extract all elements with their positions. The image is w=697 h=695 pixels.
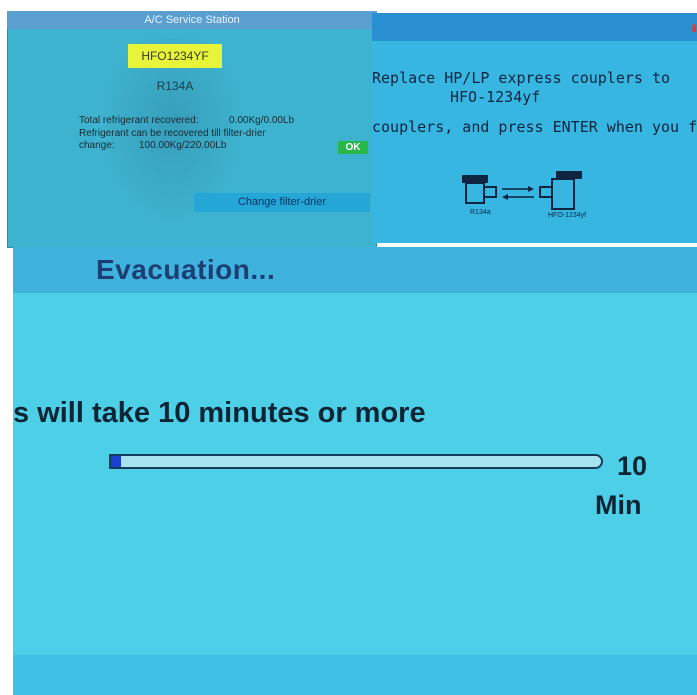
- instruction-line-1: Replace HP/LP express couplers to: [372, 69, 671, 87]
- coupler-label-r134a: R134a: [470, 209, 491, 216]
- recover-until-label-cont: change:: [79, 140, 115, 151]
- progress-bar-fill: [111, 456, 121, 467]
- recover-until-value: 100.00Kg/220.00Lb: [139, 140, 227, 151]
- footer-bar: [13, 655, 697, 695]
- recover-until-label: Refrigerant can be recovered till filter…: [79, 128, 266, 139]
- coupler-label-hfo1234yf: HFO-1234yf: [548, 212, 587, 219]
- total-recovered-value: 0.00Kg/0.00Lb: [229, 115, 295, 126]
- status-mark-icon: ▮: [691, 23, 697, 34]
- change-filter-drier-button[interactable]: Change filter-drier: [194, 193, 370, 212]
- window-title: A/C Service Station: [7, 11, 377, 29]
- total-recovered-label: Total refrigerant recovered:: [79, 115, 199, 126]
- page-title: Evacuation...: [96, 254, 276, 285]
- instruction-line-3: couplers, and press ENTER when you finis: [372, 118, 697, 136]
- evacuation-panel: Evacuation... s will take 10 minutes or …: [13, 247, 697, 695]
- top-bar: ▮: [372, 13, 697, 41]
- ok-button[interactable]: OK: [338, 141, 368, 154]
- duration-message: s will take 10 minutes or more: [13, 397, 426, 429]
- refrigerant-option-hfo1234yf[interactable]: HFO1234YF: [128, 44, 222, 68]
- time-unit: Min: [595, 490, 642, 520]
- service-station-panel: A/C Service Station HFO1234YF R134A Tota…: [7, 11, 377, 248]
- instruction-line-2: HFO-1234yf: [450, 88, 541, 106]
- replace-couplers-panel: ▮ Replace HP/LP express couplers to HFO-…: [372, 13, 697, 243]
- progress-bar: [109, 454, 603, 469]
- refrigerant-option-r134a[interactable]: R134A: [128, 77, 222, 95]
- time-value: 10: [617, 451, 648, 481]
- header-bar: Evacuation...: [13, 247, 697, 293]
